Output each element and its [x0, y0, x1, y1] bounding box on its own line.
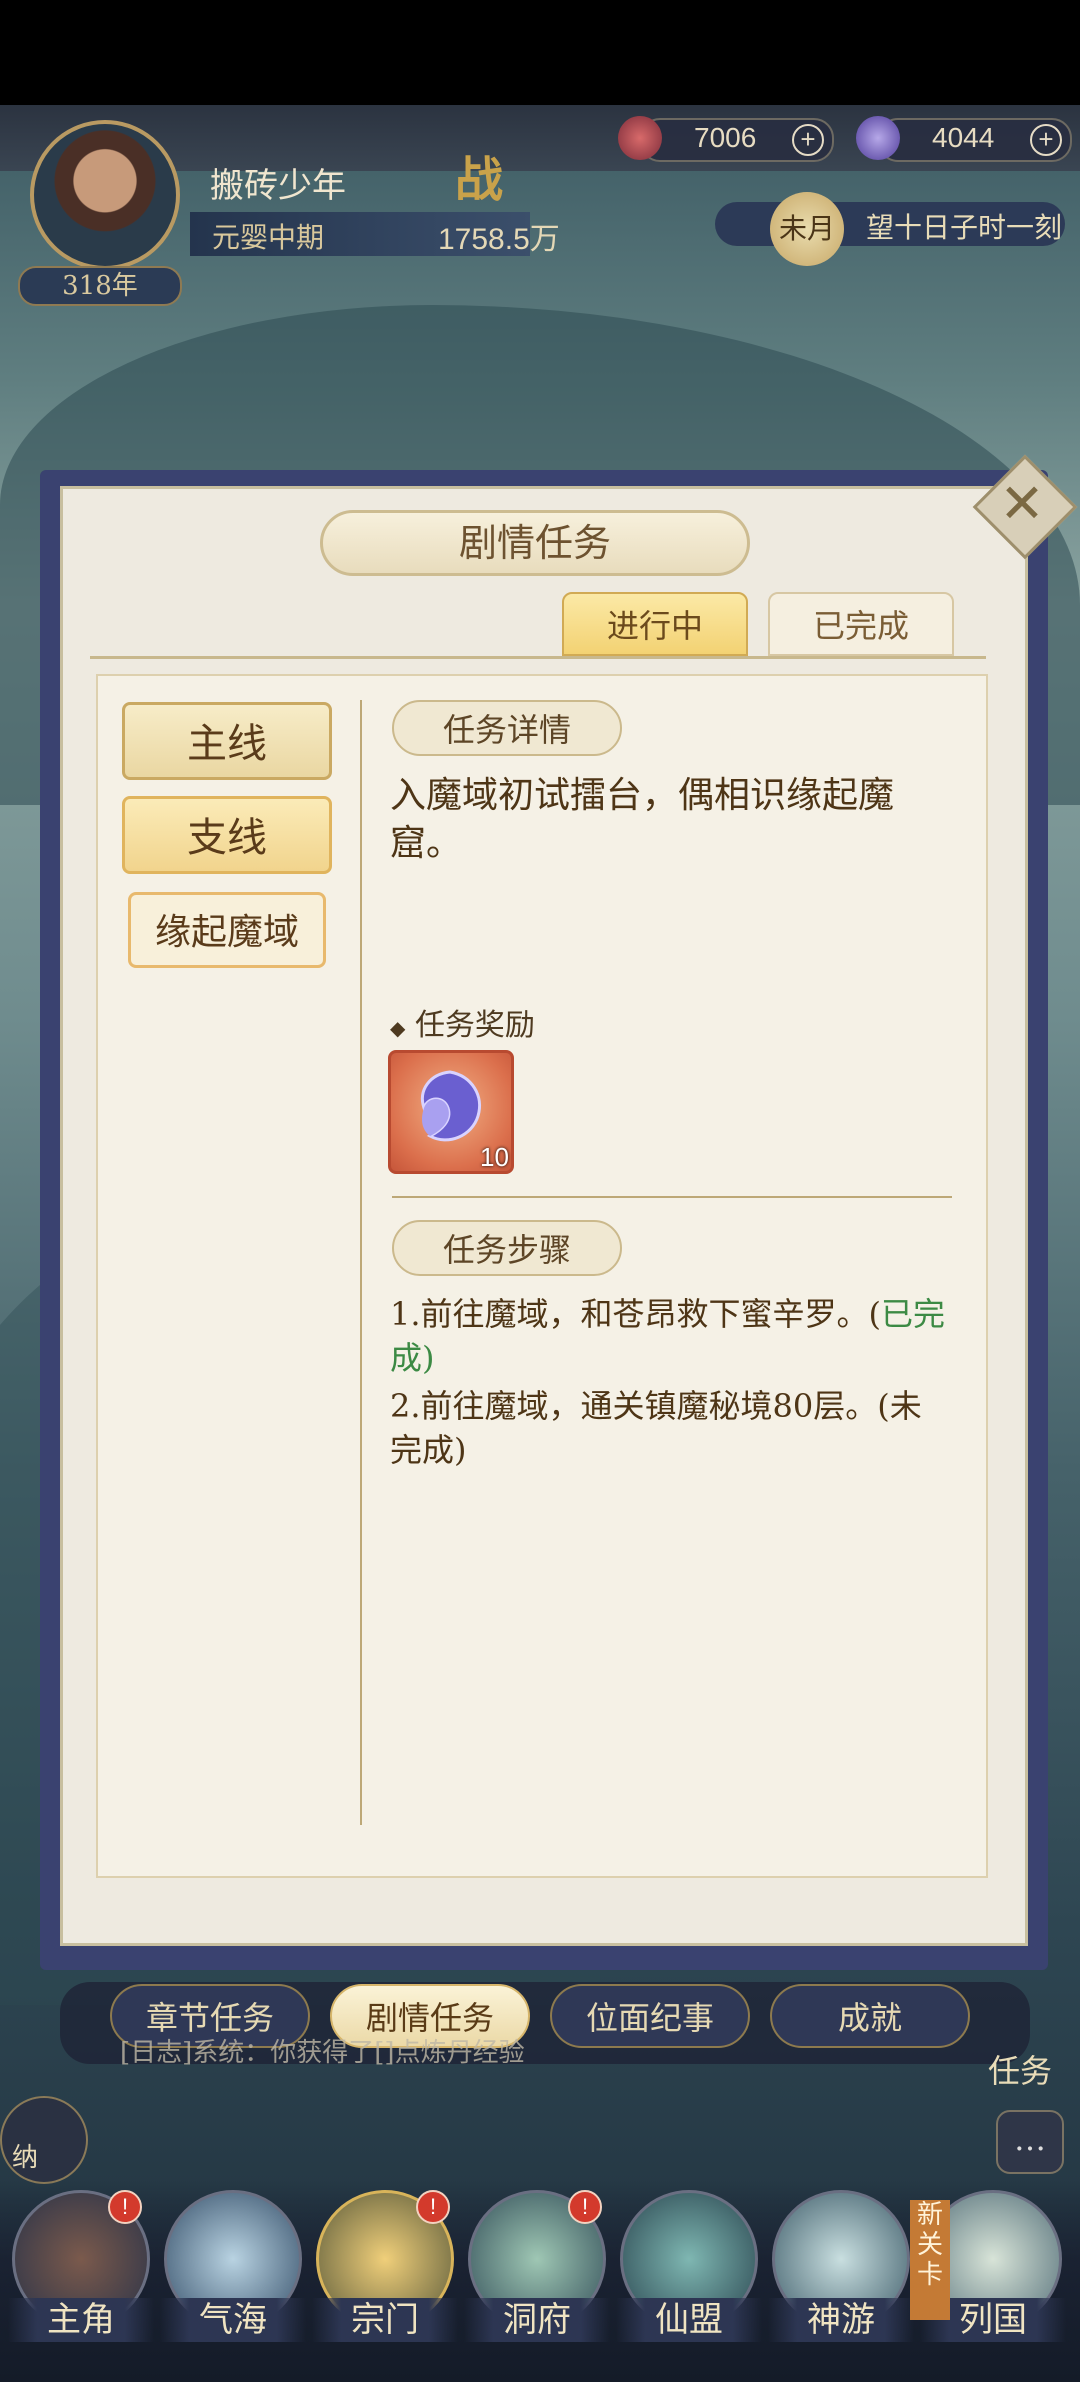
system-log: [日志]系统：你获得了[]点炼丹经验	[120, 2038, 525, 2068]
nav-protagonist[interactable]: ! 主角	[8, 2190, 154, 2370]
reward-label-text: 任务奖励	[414, 1008, 535, 1043]
divider	[392, 1196, 952, 1198]
player-name: 搬砖少年	[210, 166, 346, 206]
tab-plane-chronicle[interactable]: 位面纪事	[550, 1984, 750, 2048]
quest-description: 入魔域初试擂台，偶相识缘起魔窟。	[390, 775, 895, 864]
nav-sect[interactable]: ! 宗门	[312, 2190, 458, 2370]
combat-power-badge: 战	[455, 152, 504, 208]
quest-item-selected[interactable]: 缘起魔域	[128, 892, 326, 968]
reward-label: ◆ 任务奖励	[390, 1000, 535, 1044]
add-currency-2-button[interactable]: +	[1030, 124, 1062, 156]
na-button[interactable]: 纳	[0, 2096, 88, 2184]
quest-step: 2.前往魔域，通关镇魔秘境80层。(未完成)	[390, 1384, 950, 1472]
new-level-tag: 新关卡	[910, 2200, 950, 2320]
player-age: 318年	[18, 266, 182, 306]
currency-1-value: 7006	[694, 122, 757, 153]
player-avatar[interactable]	[30, 120, 180, 270]
spirit-stone-icon	[618, 116, 662, 160]
category-side-quest[interactable]: 支线	[122, 796, 332, 874]
tab-achievements[interactable]: 成就	[770, 1984, 970, 2048]
reward-quantity: 10	[480, 1142, 509, 1172]
steps-header: 任务步骤	[392, 1220, 622, 1276]
nav-label: 神游	[768, 2298, 914, 2342]
panel-title: 剧情任务	[458, 521, 611, 565]
step-text: 1.前往魔域，和苍昂救下蜜辛罗。(	[390, 1295, 882, 1333]
alert-badge: !	[108, 2190, 142, 2224]
nav-alliance[interactable]: 仙盟	[616, 2190, 762, 2370]
close-icon[interactable]: ✕	[994, 468, 1050, 540]
divider	[360, 700, 362, 1825]
nav-label: 仙盟	[616, 2298, 762, 2342]
tab-in-progress[interactable]: 进行中	[562, 592, 748, 656]
alert-badge: !	[568, 2190, 602, 2224]
combat-power-value: 1758.5万	[438, 223, 560, 256]
crystal-icon	[856, 116, 900, 160]
nav-label: 宗门	[312, 2298, 458, 2342]
crystal-icon	[421, 1070, 481, 1142]
nav-label: 气海	[160, 2298, 306, 2342]
alert-badge: !	[416, 2190, 450, 2224]
nav-cave[interactable]: ! 洞府	[464, 2190, 610, 2370]
moon-icon[interactable]: 未月	[770, 192, 844, 266]
calendar-time: 望十日子时一刻	[866, 211, 1063, 244]
side-task-button[interactable]: 任务	[988, 2046, 1052, 2092]
detail-header: 任务详情	[392, 700, 622, 756]
chat-icon[interactable]: …	[996, 2110, 1064, 2174]
currency-2-value: 4044	[932, 122, 995, 153]
divider	[90, 656, 986, 659]
diamond-bullet-icon: ◆	[390, 1016, 406, 1040]
quest-step: 1.前往魔域，和苍昂救下蜜辛罗。(已完成)	[390, 1292, 950, 1380]
category-main-quest[interactable]: 主线	[122, 702, 332, 780]
nav-label: 洞府	[464, 2298, 610, 2342]
step-text: 2.前往魔域，通关镇魔秘境80层。(	[390, 1387, 890, 1425]
nav-qi-sea[interactable]: 气海	[160, 2190, 306, 2370]
cultivation-realm: 元婴中期	[212, 221, 325, 254]
tab-completed[interactable]: 已完成	[768, 592, 954, 656]
add-currency-1-button[interactable]: +	[792, 124, 824, 156]
nav-wander[interactable]: 神游	[768, 2190, 914, 2370]
nav-label: 主角	[8, 2298, 154, 2342]
